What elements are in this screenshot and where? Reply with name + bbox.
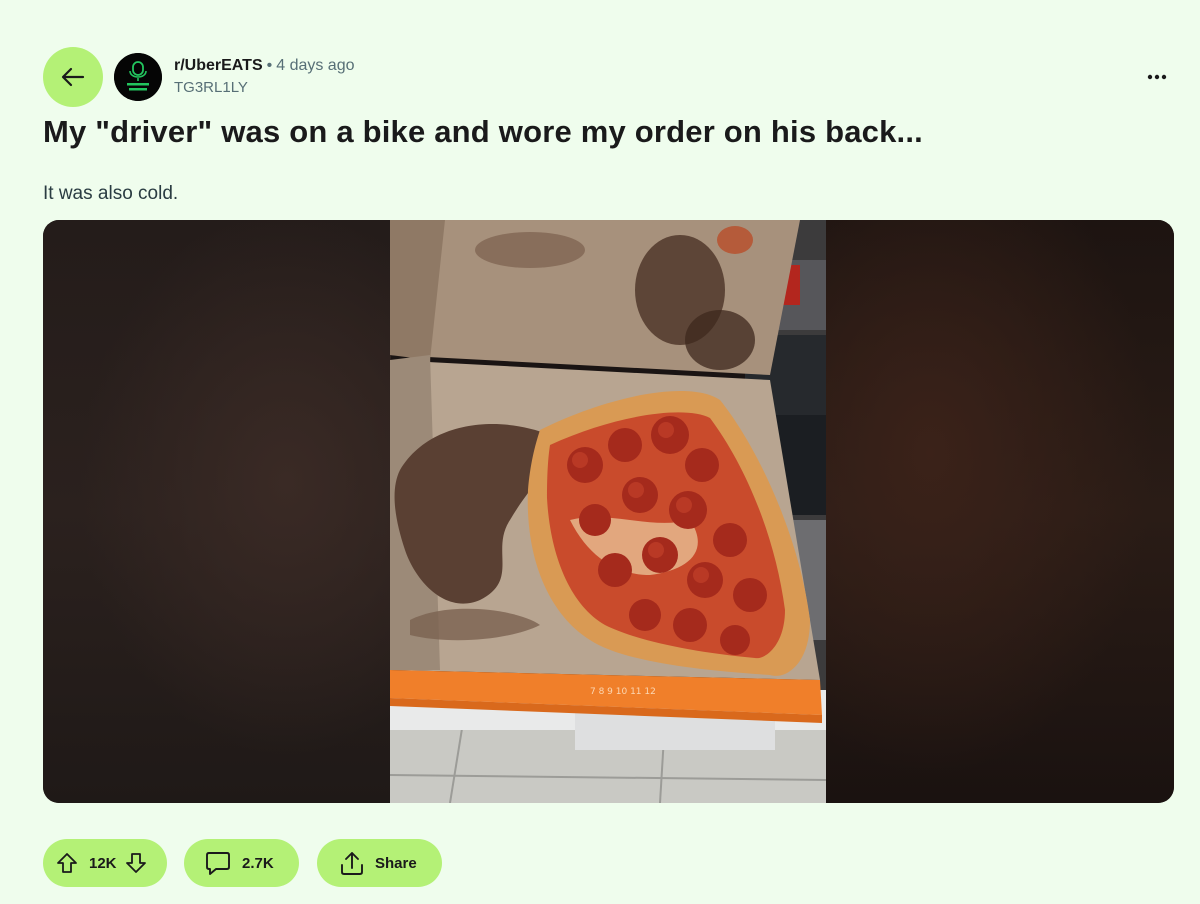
vote-control: 12K [43, 839, 167, 887]
post-meta: r/UberEATS • 4 days ago TG3RL1LY [174, 55, 355, 99]
post-author[interactable]: TG3RL1LY [174, 77, 355, 99]
media-blur-backdrop-left [43, 220, 391, 803]
downvote-button[interactable] [125, 852, 147, 874]
share-button[interactable]: Share [317, 839, 442, 887]
share-label: Share [375, 854, 417, 872]
downvote-arrow-icon [125, 853, 146, 873]
comments-button[interactable]: 2.7K [184, 839, 299, 887]
post-image[interactable]: 7 8 9 10 11 12 [390, 220, 826, 803]
comment-bubble-icon [206, 852, 230, 875]
meta-separator: • [266, 57, 273, 74]
post-body: It was also cold. [43, 183, 179, 204]
post-header: r/UberEATS • 4 days ago TG3RL1LY [43, 47, 1173, 107]
upvote-arrow-icon [57, 853, 77, 873]
more-options-button[interactable] [1141, 61, 1173, 93]
more-horizontal-icon [1147, 74, 1167, 80]
back-button[interactable] [43, 47, 103, 107]
arrow-left-icon [61, 67, 85, 87]
comment-count: 2.7K [242, 854, 274, 872]
post-timestamp: 4 days ago [276, 57, 355, 74]
subreddit-name[interactable]: r/UberEATS [174, 57, 263, 74]
share-icon [341, 852, 363, 875]
post-media[interactable]: 7 8 9 10 11 12 [43, 220, 1174, 803]
subreddit-avatar[interactable] [114, 53, 162, 101]
media-blur-backdrop-right [826, 220, 1174, 803]
svg-text:7 8 9 10 11 12: 7 8 9 10 11 12 [590, 687, 656, 697]
post-title[interactable]: My "driver" was on a bike and wore my or… [43, 114, 923, 150]
vote-count: 12K [89, 854, 117, 872]
upvote-button[interactable] [56, 852, 78, 874]
ubereats-logo-icon [114, 53, 162, 101]
